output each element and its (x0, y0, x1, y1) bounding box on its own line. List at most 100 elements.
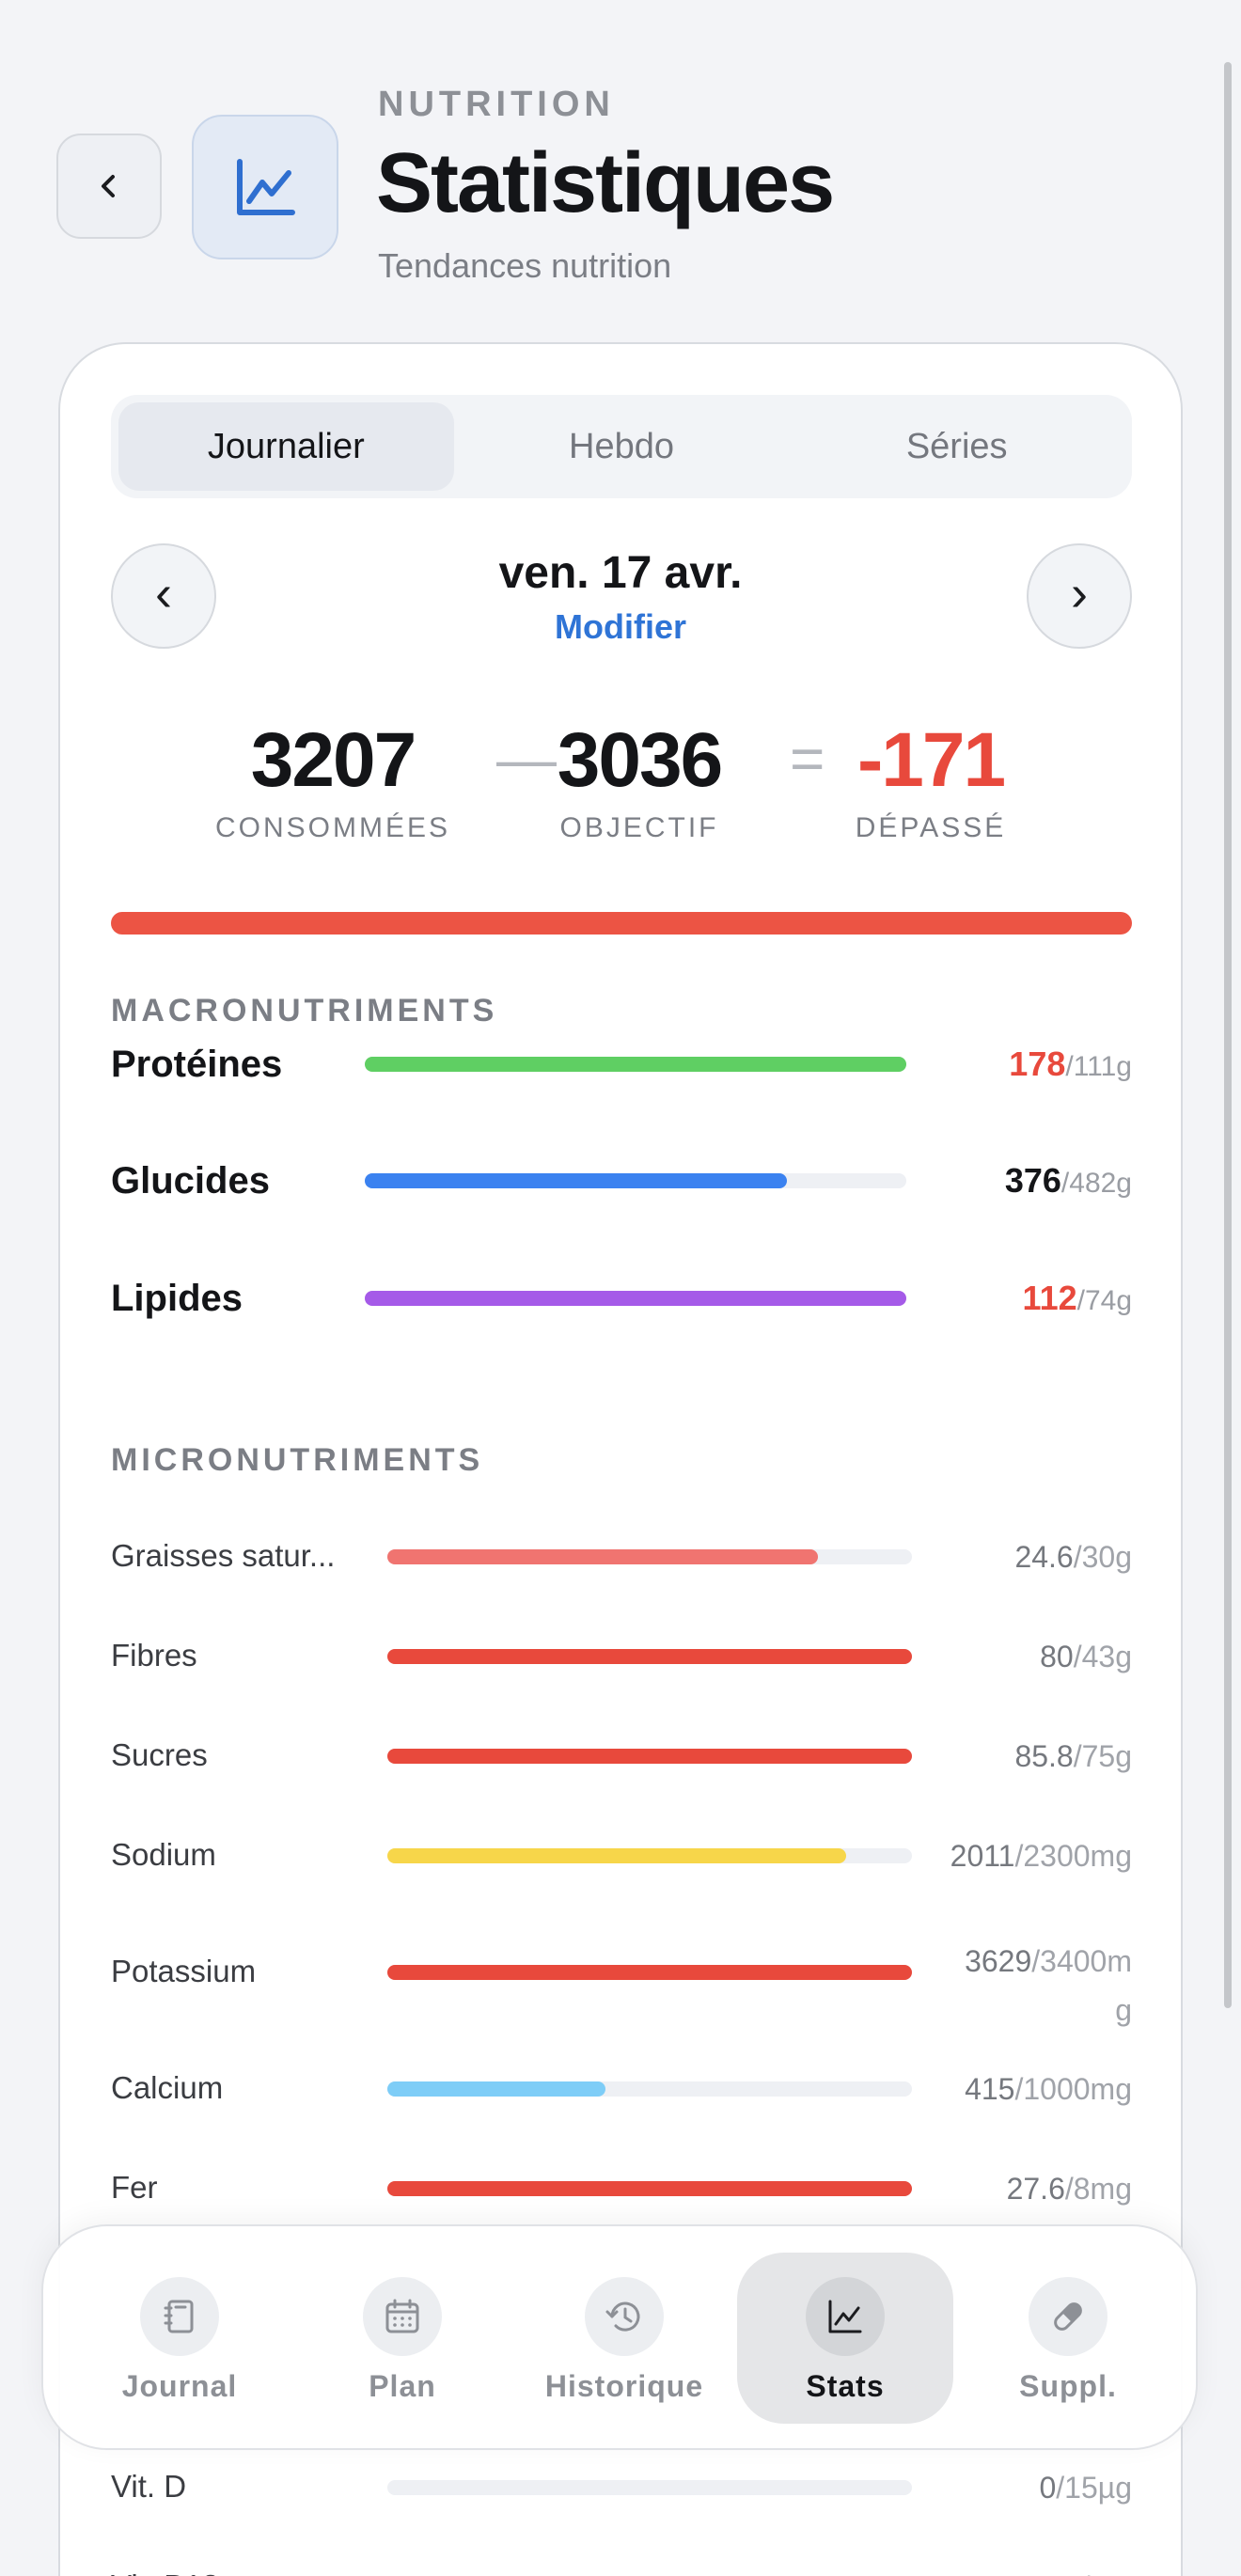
micro-goal: /2.4 (1082, 2570, 1132, 2576)
notebook-icon (140, 2277, 219, 2356)
micro-goal: /2300mg (1014, 1839, 1132, 1873)
next-day-button[interactable]: › (1027, 543, 1132, 649)
tab-hebdo[interactable]: Hebdo (454, 402, 790, 491)
micro-goal: /30g (1073, 1540, 1132, 1574)
micro-row: Sucres 85.8/75g (111, 1728, 1132, 1784)
calories-goal-label: OBJECTIF (559, 812, 719, 843)
tab-label: Plan (369, 2369, 436, 2403)
micro-value: 0/15µg (1039, 2469, 1132, 2506)
micro-value: 3629/3400m g (965, 1937, 1132, 2034)
tab-suppl[interactable]: Suppl. (960, 2226, 1176, 2452)
micro-row: Calcium 415/1000mg (111, 2061, 1132, 2117)
line-chart-icon (237, 159, 295, 215)
calories-goal: 3036 (557, 717, 723, 803)
micro-value: 415/1000mg (965, 2070, 1132, 2108)
micro-goal: /43g (1073, 1640, 1132, 1673)
scrollbar[interactable] (1224, 62, 1232, 2008)
equals-sign: = (790, 725, 825, 793)
macro-goal: /111g (1065, 1051, 1132, 1082)
micro-progress-fill (387, 2181, 912, 2196)
micro-value: 2011/2300mg (950, 1837, 1132, 1875)
macro-progress-fill (365, 1173, 788, 1188)
micro-row: Vit. D 0/15µg (111, 2459, 1132, 2516)
tab-plan[interactable]: Plan (294, 2226, 511, 2452)
page-title: Statistiques (376, 136, 835, 230)
macro-row: Glucides 376/482g (111, 1153, 1132, 1209)
macro-goal: /74g (1076, 1285, 1132, 1316)
micro-goal: /15µg (1056, 2471, 1132, 2505)
pill-icon (1029, 2277, 1107, 2356)
macro-name: Protéines (111, 1044, 283, 1085)
micro-row: Potassium 3629/3400m g (111, 1944, 1132, 2027)
micro-name: Sucres (111, 1737, 208, 1772)
micro-progress-track (387, 2181, 912, 2196)
micro-current: 27.6 (1006, 2172, 1065, 2206)
macro-goal: /482g (1060, 1168, 1132, 1199)
macros-section-title: MACRONUTRIMENTS (111, 993, 498, 1029)
micro-value: 24.6/30g (1014, 1538, 1132, 1576)
tab-label: Suppl. (1019, 2369, 1117, 2403)
micro-goal: /1000mg (1014, 2072, 1132, 2106)
micro-name: Graisses satur... (111, 1538, 336, 1573)
micro-value: 80/43g (1040, 1638, 1132, 1675)
micro-name: Vit. B12 (111, 2568, 219, 2576)
micro-current: 415 (965, 2072, 1015, 2106)
tab-label: Stats (806, 2369, 885, 2403)
micro-progress-track (387, 2081, 912, 2097)
page-eyebrow: NUTRITION (378, 85, 615, 124)
micro-current: 0 (1039, 2471, 1057, 2505)
tab-journalier[interactable]: Journalier (118, 402, 454, 491)
micro-goal: /8mg (1064, 2172, 1132, 2206)
tab-stats[interactable]: Stats (737, 2226, 953, 2452)
micro-value: 0.5/2.4 (1040, 2568, 1132, 2576)
macro-progress-track (365, 1057, 906, 1072)
tab-series[interactable]: Séries (789, 402, 1124, 491)
modify-date-label[interactable]: Modifier (555, 607, 686, 646)
page-subtitle: Tendances nutrition (378, 246, 672, 285)
macro-progress-track (365, 1173, 906, 1188)
micro-progress-fill (387, 1848, 847, 1863)
calories-progress-bar (111, 912, 1132, 935)
calendar-icon (363, 2277, 442, 2356)
micro-name: Fibres (111, 1638, 197, 1673)
micro-progress-fill (387, 1549, 818, 1564)
stats-hero-icon (192, 115, 338, 259)
micro-goal-wrap: g (1115, 1993, 1132, 2027)
micro-progress-fill (387, 1965, 912, 1980)
micro-progress-track (387, 1549, 912, 1564)
tab-label: Historique (544, 2369, 704, 2403)
macro-value: 178/111g (1009, 1036, 1132, 1095)
calories-consumed-label: CONSOMMÉES (214, 812, 451, 843)
micro-progress-track (387, 1749, 912, 1764)
micro-current: 2011 (950, 1839, 1015, 1873)
micro-current: 85.8 (1014, 1739, 1074, 1773)
micro-name: Calcium (111, 2070, 224, 2105)
chevron-right-icon: › (1071, 565, 1088, 621)
macro-progress-fill (365, 1291, 906, 1306)
period-segmented-control: Journalier Hebdo Séries (111, 395, 1132, 498)
back-button[interactable] (56, 134, 162, 239)
micro-progress-track (387, 1649, 912, 1664)
micro-name: Sodium (111, 1837, 216, 1872)
micro-current: 24.6 (1014, 1540, 1074, 1574)
micro-current: 0.5 (1040, 2570, 1081, 2576)
micro-value: 85.8/75g (1014, 1737, 1132, 1775)
macro-current: 112 (1022, 1279, 1077, 1317)
line-chart-icon (806, 2277, 885, 2356)
calories-difference-label: DÉPASSÉ (855, 812, 1007, 843)
tab-journal[interactable]: Journal (71, 2226, 288, 2452)
macro-row: Lipides 112/74g (111, 1270, 1132, 1327)
micros-section-title: MICRONUTRIMENTS (111, 1442, 484, 1478)
tab-historique[interactable]: Historique (516, 2226, 732, 2452)
micro-row: Vit. B12 0.5/2.4 (111, 2559, 1132, 2576)
micro-progress-track (387, 2480, 912, 2495)
micro-current: 80 (1040, 1640, 1074, 1673)
chevron-left-icon (102, 175, 115, 197)
macro-value: 376/482g (1005, 1153, 1132, 1212)
macro-value: 112/74g (1023, 1270, 1132, 1329)
macro-row: Protéines 178/111g (111, 1036, 1132, 1092)
micro-goal: /3400m (1031, 1944, 1132, 1978)
macro-progress-fill (365, 1057, 906, 1072)
modify-date-link[interactable]: Modifier (60, 607, 1181, 647)
micro-progress-track (387, 1965, 912, 1980)
